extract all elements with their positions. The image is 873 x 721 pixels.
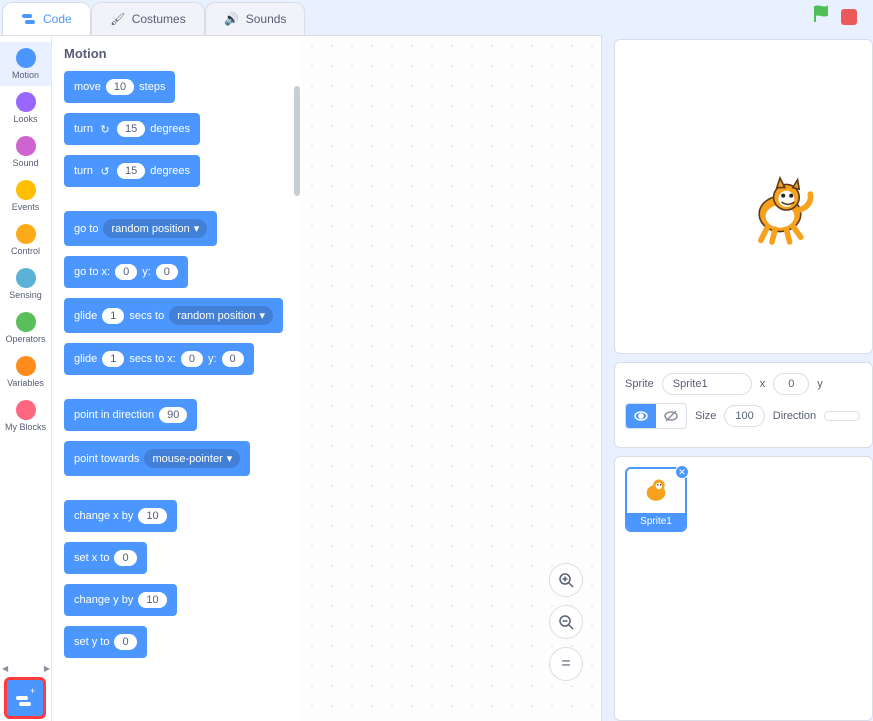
category-dot-icon [16, 268, 36, 288]
block-point-direction[interactable]: point in direction 90 [64, 399, 197, 431]
tab-code[interactable]: Code [2, 2, 91, 35]
category-label: Variables [7, 378, 44, 388]
category-column: Motion Looks Sound Events Control Sensing Oper… [0, 36, 52, 721]
brush-icon: 🖌 [110, 11, 126, 27]
tab-label: Code [43, 12, 72, 26]
category-label: Looks [13, 114, 37, 124]
script-workspace[interactable]: = [302, 36, 601, 721]
add-extension-button[interactable]: + [4, 677, 46, 719]
category-label: Motion [12, 70, 39, 80]
rotate-ccw-icon: ↺ [98, 164, 112, 178]
category-sensing[interactable]: Sensing [0, 262, 51, 306]
palette-heading: Motion [64, 46, 292, 61]
sprite-label: Sprite [625, 378, 654, 390]
svg-text:+: + [30, 687, 35, 696]
category-variables[interactable]: Variables [0, 350, 51, 394]
category-dot-icon [16, 400, 36, 420]
category-dot-icon [16, 180, 36, 200]
category-dot-icon [16, 136, 36, 156]
y-label: y [817, 378, 823, 390]
category-label: Sensing [9, 290, 42, 300]
category-dot-icon [16, 356, 36, 376]
sprite-thumb-label: Sprite1 [627, 513, 685, 530]
block-change-y[interactable]: change y by 10 [64, 584, 177, 616]
category-sound[interactable]: Sound [0, 130, 51, 174]
dropdown[interactable]: random position ▾ [103, 219, 207, 238]
sprite-size-input[interactable]: 100 [724, 405, 764, 427]
tab-label: Costumes [132, 12, 186, 26]
category-dot-icon [16, 224, 36, 244]
block-change-x[interactable]: change x by 10 [64, 500, 177, 532]
category-label: Sound [12, 158, 38, 168]
block-turn-cw[interactable]: turn ↻ 15 degrees [64, 113, 200, 145]
dropdown[interactable]: mouse-pointer ▾ [144, 449, 240, 468]
category-label: Control [11, 246, 40, 256]
chevron-down-icon: ▾ [194, 222, 200, 235]
block-turn-ccw[interactable]: turn ↺ 15 degrees [64, 155, 200, 187]
sprite-x-input[interactable]: 0 [773, 373, 809, 395]
category-label: Operators [5, 334, 45, 344]
delete-sprite-icon[interactable]: ✕ [675, 465, 689, 479]
block-set-x[interactable]: set x to 0 [64, 542, 147, 574]
zoom-reset-button[interactable]: = [549, 647, 583, 681]
block-point-towards[interactable]: point towards mouse-pointer ▾ [64, 441, 250, 476]
code-icon [21, 11, 37, 27]
category-label: Events [12, 202, 40, 212]
stop-icon[interactable] [841, 9, 857, 25]
block-goto-xy[interactable]: go to x: 0 y: 0 [64, 256, 188, 288]
sprite-list: ✕ Sprite1 [614, 456, 873, 721]
block-glide-xy[interactable]: glide 1 secs to x: 0 y: 0 [64, 343, 254, 375]
category-dot-icon [16, 48, 36, 68]
sprite-info-panel: Sprite Sprite1 x 0 y Size 100 Direction [614, 362, 873, 448]
category-looks[interactable]: Looks [0, 86, 51, 130]
zoom-out-button[interactable] [549, 605, 583, 639]
tab-costumes[interactable]: 🖌 Costumes [91, 2, 205, 35]
category-operators[interactable]: Operators [0, 306, 51, 350]
chevron-down-icon: ▾ [260, 309, 266, 322]
tab-sounds[interactable]: 🔊 Sounds [205, 2, 306, 35]
sprite-on-stage[interactable] [740, 170, 820, 255]
category-events[interactable]: Events [0, 174, 51, 218]
sprite-thumbnail[interactable]: ✕ Sprite1 [625, 467, 687, 532]
dropdown[interactable]: random position ▾ [169, 306, 273, 325]
category-motion[interactable]: Motion [0, 42, 51, 86]
sprite-direction-input[interactable] [824, 411, 860, 421]
show-sprite-button[interactable] [626, 404, 656, 428]
sound-icon: 🔊 [224, 11, 240, 27]
category-label: My Blocks [5, 422, 46, 432]
chevron-down-icon: ▾ [227, 452, 233, 465]
stage[interactable] [614, 39, 873, 354]
block-palette: Motion move 10 steps turn ↻ 15 degrees t… [52, 36, 302, 721]
size-label: Size [695, 410, 716, 422]
tab-label: Sounds [246, 12, 287, 26]
x-label: x [760, 378, 766, 390]
block-set-y[interactable]: set y to 0 [64, 626, 147, 658]
rotate-cw-icon: ↻ [98, 122, 112, 136]
direction-label: Direction [773, 410, 816, 422]
zoom-in-button[interactable] [549, 563, 583, 597]
block-goto-random[interactable]: go to random position ▾ [64, 211, 217, 246]
horizontal-scroll[interactable]: ◀▶ [0, 661, 52, 675]
category-my-blocks[interactable]: My Blocks [0, 394, 51, 438]
category-control[interactable]: Control [0, 218, 51, 262]
category-dot-icon [16, 92, 36, 112]
category-dot-icon [16, 312, 36, 332]
sprite-name-input[interactable]: Sprite1 [662, 373, 752, 395]
scrollbar[interactable] [294, 86, 300, 196]
green-flag-icon[interactable] [811, 4, 831, 29]
hide-sprite-button[interactable] [656, 404, 686, 428]
block-move-steps[interactable]: move 10 steps [64, 71, 175, 103]
block-glide-random[interactable]: glide 1 secs to random position ▾ [64, 298, 283, 333]
